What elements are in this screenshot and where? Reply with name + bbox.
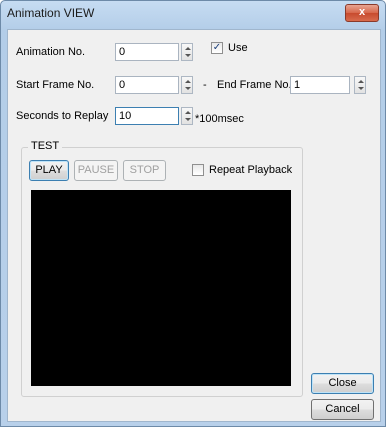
stop-button[interactable]: STOP xyxy=(123,160,166,181)
window-close-button[interactable]: x xyxy=(345,4,379,22)
animation-no-spinner[interactable] xyxy=(181,43,193,61)
animation-view-window: Animation VIEW x Animation No. 0 ✓ Use S… xyxy=(0,0,386,427)
animation-no-input[interactable]: 0 xyxy=(115,43,179,61)
animation-preview-area xyxy=(31,190,291,386)
test-group-title: TEST xyxy=(28,140,63,152)
use-checkbox[interactable]: ✓ xyxy=(211,42,223,54)
repeat-playback-checkbox[interactable] xyxy=(192,164,204,176)
use-label: Use xyxy=(228,42,248,54)
close-icon: x xyxy=(358,6,366,18)
title-bar[interactable]: Animation VIEW x xyxy=(1,1,385,29)
close-button[interactable]: Close xyxy=(311,373,374,394)
end-frame-label: End Frame No. xyxy=(217,79,292,91)
repeat-playback-label: Repeat Playback xyxy=(209,164,293,176)
seconds-spinner[interactable] xyxy=(181,107,193,125)
seconds-to-replay-label: Seconds to Replay xyxy=(16,110,109,122)
start-frame-input[interactable]: 0 xyxy=(115,76,179,94)
start-frame-label: Start Frame No. xyxy=(16,79,95,91)
end-frame-input[interactable]: 1 xyxy=(290,76,350,94)
range-dash: - xyxy=(203,79,207,91)
pause-button[interactable]: PAUSE xyxy=(74,160,118,181)
window-title: Animation VIEW xyxy=(7,6,95,20)
play-button[interactable]: PLAY xyxy=(29,160,69,181)
cancel-button[interactable]: Cancel xyxy=(311,399,374,420)
start-frame-spinner[interactable] xyxy=(181,76,193,94)
animation-no-label: Animation No. xyxy=(16,46,86,58)
seconds-unit-label: *100msec xyxy=(195,113,244,125)
checkmark-icon: ✓ xyxy=(212,42,222,53)
seconds-to-replay-input[interactable]: 10 xyxy=(115,107,179,125)
end-frame-spinner[interactable] xyxy=(354,76,366,94)
dialog-body: Animation No. 0 ✓ Use Start Frame No. 0 … xyxy=(7,29,381,422)
